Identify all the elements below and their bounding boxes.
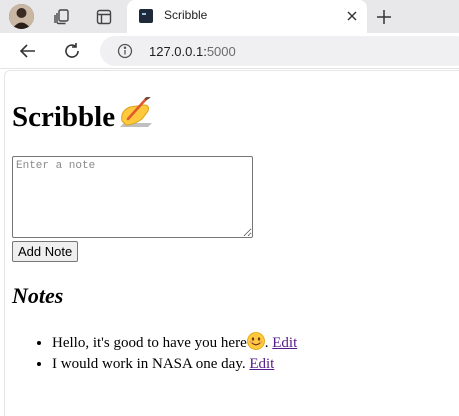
close-icon[interactable] [344, 8, 360, 24]
address-bar[interactable]: 127.0.0.1:5000 [100, 36, 459, 66]
url-text: 127.0.0.1:5000 [149, 44, 236, 59]
url-port: 5000 [206, 44, 236, 59]
note-text: I would work in NASA one day. [52, 356, 246, 372]
info-icon[interactable] [117, 43, 133, 59]
workspaces-icon[interactable] [51, 6, 73, 28]
avatar-image [9, 4, 34, 29]
note-input[interactable] [12, 156, 253, 238]
page-content: Scribble Add Note Notes Hello, it's good… [4, 70, 459, 416]
add-note-button[interactable]: Add Note [12, 241, 79, 262]
edit-note-link[interactable]: Edit [272, 335, 297, 351]
writing-hand-icon [118, 95, 154, 137]
tab-title: Scribble [164, 8, 208, 22]
terminal-favicon-icon [139, 9, 153, 23]
page-title-text: Scribble [12, 100, 116, 133]
new-tab-button[interactable] [372, 5, 396, 29]
list-item: Hello, it's good to have you here . Edit [52, 332, 297, 355]
tab-actions-icon[interactable] [93, 6, 115, 28]
plus-icon [377, 10, 391, 24]
notes-list: Hello, it's good to have you here . Edit… [12, 332, 297, 373]
refresh-button[interactable] [60, 39, 84, 63]
smiling-face-icon [246, 332, 265, 355]
note-text: Hello, it's good to have you here [52, 335, 247, 351]
tab-scribble[interactable]: Scribble [127, 0, 367, 33]
back-button[interactable] [16, 39, 40, 63]
edit-note-link[interactable]: Edit [249, 356, 274, 372]
url-host: 127.0.0.1: [149, 44, 207, 59]
tab-bar: Scribble [0, 0, 459, 33]
profile-avatar[interactable] [9, 4, 34, 29]
list-item: I would work in NASA one day. Edit [52, 355, 297, 373]
browser-toolbar: 127.0.0.1:5000 [0, 33, 459, 69]
arrow-left-icon [19, 44, 35, 58]
refresh-icon [65, 43, 79, 58]
notes-heading: Notes [12, 283, 64, 308]
page-title: Scribble [12, 95, 154, 137]
note-suffix: . [264, 335, 269, 351]
